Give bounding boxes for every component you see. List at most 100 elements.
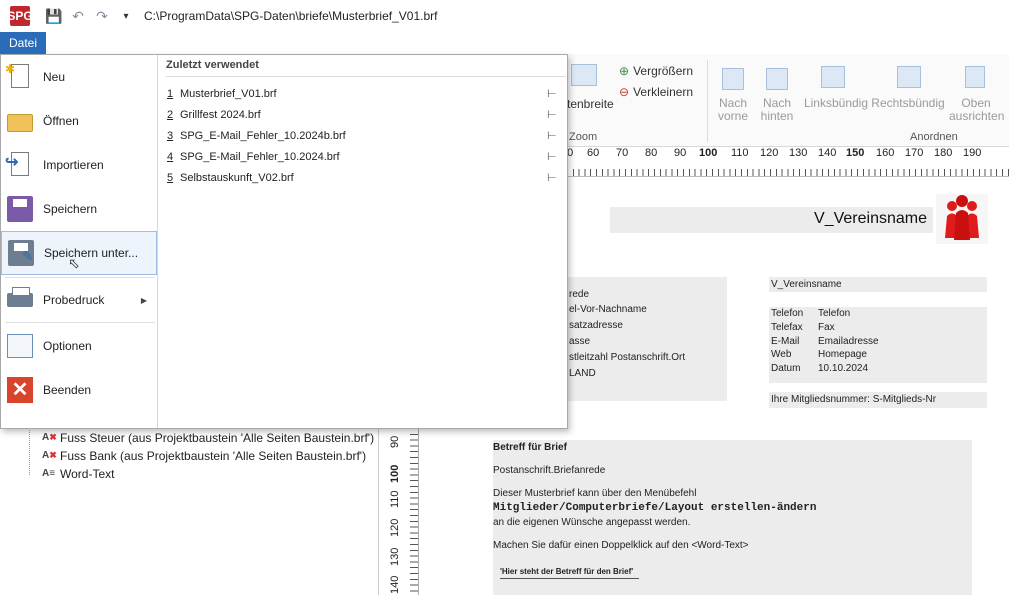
ruler-tick: 130	[789, 147, 808, 159]
text-field-icon: A✖	[42, 450, 57, 461]
ruler-tick: 150	[846, 147, 865, 159]
ruler-tick: 120	[760, 147, 779, 159]
menu-item-optionen[interactable]: Optionen	[1, 324, 157, 368]
pin-icon[interactable]: ⊢	[547, 87, 563, 100]
tree-item-fuss-bank[interactable]: A✖ Fuss Bank (aus Projektbaustein 'Alle …	[42, 449, 366, 463]
pin-icon[interactable]: ⊢	[547, 129, 563, 142]
redo-icon: ↷	[96, 7, 108, 24]
bring-forward-label-2: vorne	[717, 109, 749, 123]
recent-file-item[interactable]: 5 Selbstauskunft_V02.brf ⊢	[167, 167, 563, 188]
vereinsname-small: V_Vereinsname	[771, 279, 842, 290]
recent-file-item[interactable]: 2 Grillfest 2024.brf ⊢	[167, 104, 563, 125]
contact-label: Telefon	[771, 308, 804, 319]
customize-quick-access-button[interactable]: ▾	[116, 6, 136, 26]
word-text-icon: A≡	[42, 468, 56, 479]
contact-label: Datum	[771, 363, 801, 374]
ruler-tick: 180	[934, 147, 953, 159]
contact-label: Telefax	[771, 322, 803, 333]
align-left-icon	[821, 66, 845, 88]
recent-file-name: Musterbrief_V01.brf	[180, 87, 277, 100]
pin-icon[interactable]: ⊢	[547, 108, 563, 121]
title-bar: SPG 💾 ↶ ↷ ▾ C:\ProgramData\SPG-Daten\bri…	[0, 0, 1009, 32]
align-left-button[interactable]: Linksbündig	[803, 97, 869, 110]
tree-connector	[29, 428, 30, 475]
open-folder-icon	[5, 106, 35, 136]
horizontal-ruler: 50 60 70 80 90 100 110 120 130 140 150 1…	[561, 147, 1009, 177]
recent-file-name: SPG_E-Mail_Fehler_10.2024.brf	[180, 150, 340, 163]
contact-value: 10.10.2024	[818, 363, 869, 374]
zoom-out-button[interactable]: ⊖ Verkleinern	[619, 85, 693, 99]
align-top-button[interactable]: Oben ausrichten	[949, 97, 1004, 123]
undo-button[interactable]: ↶	[68, 6, 88, 26]
address-line: LAND	[569, 368, 596, 379]
file-menu-commands: ✱ Neu Öffnen ↪ Importieren Speichern ✎ S…	[1, 55, 158, 428]
people-logo-icon	[945, 195, 979, 240]
menu-item-label: Speichern unter...	[44, 246, 139, 260]
menu-item-neu[interactable]: ✱ Neu	[1, 55, 157, 99]
pin-icon[interactable]: ⊢	[547, 150, 563, 163]
ruler-marks	[567, 169, 1009, 176]
menu-item-label: Beenden	[43, 383, 92, 397]
align-right-icon	[897, 66, 921, 88]
address-box[interactable]	[567, 277, 727, 401]
page-width-button[interactable]: tenbreite	[567, 97, 614, 111]
recent-file-number: 4	[167, 150, 174, 163]
send-backward-button[interactable]: Nach hinten	[757, 97, 797, 123]
align-top-icon	[965, 66, 985, 88]
bring-forward-button[interactable]: Nach vorne	[713, 97, 753, 123]
printer-icon	[5, 285, 35, 315]
page-width-icon	[571, 64, 597, 86]
recent-file-item[interactable]: 1 Musterbrief_V01.brf ⊢	[167, 83, 563, 104]
ruler-tick: 80	[645, 147, 658, 159]
group-label-anordnen: Anordnen	[910, 131, 958, 143]
ruler-marks	[410, 428, 418, 595]
menu-item-importieren[interactable]: ↪ Importieren	[1, 143, 157, 187]
element-tree: A✖ Fuss Steuer (aus Projektbaustein 'All…	[0, 428, 378, 595]
tab-datei[interactable]: Datei	[0, 32, 46, 54]
ruler-tick: 170	[905, 147, 924, 159]
contact-value: Homepage	[818, 349, 867, 360]
menu-item-probedruck[interactable]: Probedruck ▶	[1, 278, 157, 322]
vereinsname-field[interactable]: V_Vereinsname	[610, 207, 933, 233]
align-right-button[interactable]: Rechtsbündig	[870, 97, 946, 110]
redo-button[interactable]: ↷	[92, 6, 112, 26]
ruler-tick: 190	[963, 147, 982, 159]
recent-file-item[interactable]: 3 SPG_E-Mail_Fehler_10.2024b.brf ⊢	[167, 125, 563, 146]
vertical-ruler: 90 100 110 120 130 140	[378, 428, 418, 595]
tree-item-label: Fuss Steuer (aus Projektbaustein 'Alle S…	[60, 431, 375, 445]
ribbon-separator	[707, 60, 708, 142]
ruler-tick: 100	[389, 464, 401, 483]
contact-label: Web	[771, 349, 792, 360]
ribbon: tenbreite ⊕ Vergrößern ⊖ Verkleinern Zoo…	[567, 54, 1009, 147]
pin-icon[interactable]: ⊢	[547, 171, 563, 184]
ruler-tick: 60	[587, 147, 600, 159]
window-title-path: C:\ProgramData\SPG-Daten\briefe\Musterbr…	[144, 9, 438, 23]
menu-path-line: Mitglieder/Computerbriefe/Layout erstell…	[493, 502, 817, 514]
ruler-tick: 100	[699, 147, 718, 159]
tree-item-label: Word-Text	[60, 467, 115, 481]
ruler-tick: 70	[616, 147, 629, 159]
save-icon	[5, 194, 35, 224]
betreff-placeholder[interactable]: 'Hier steht der Betreff für den Brief'	[500, 567, 640, 579]
menu-item-speichern[interactable]: Speichern	[1, 187, 157, 231]
zoom-in-button[interactable]: ⊕ Vergrößern	[619, 64, 693, 78]
recent-file-number: 3	[167, 129, 174, 142]
ruler-tick: 160	[876, 147, 895, 159]
menu-item-beenden[interactable]: ✕ Beenden	[1, 368, 157, 412]
quick-save-button[interactable]: 💾	[44, 6, 64, 26]
ruler-tick: 90	[389, 435, 401, 448]
menu-item-oeffnen[interactable]: Öffnen	[1, 99, 157, 143]
ruler-tick: 90	[674, 147, 687, 159]
recent-file-item[interactable]: 4 SPG_E-Mail_Fehler_10.2024.brf ⊢	[167, 146, 563, 167]
new-document-icon: ✱	[5, 62, 35, 92]
menu-separator	[5, 322, 155, 323]
tree-item-fuss-steuer[interactable]: A✖ Fuss Steuer (aus Projektbaustein 'All…	[42, 431, 374, 445]
menu-item-label: Speichern	[43, 202, 98, 216]
club-logo[interactable]	[936, 194, 988, 244]
menu-item-label: Neu	[43, 70, 66, 84]
submenu-arrow-icon: ▶	[140, 295, 147, 305]
menu-item-label: Öffnen	[43, 114, 79, 128]
bring-forward-icon	[722, 68, 744, 90]
tree-item-word-text[interactable]: A≡ Word-Text	[42, 467, 114, 481]
member-number: Ihre Mitgliedsnummer: S-Mitglieds-Nr	[771, 394, 937, 405]
